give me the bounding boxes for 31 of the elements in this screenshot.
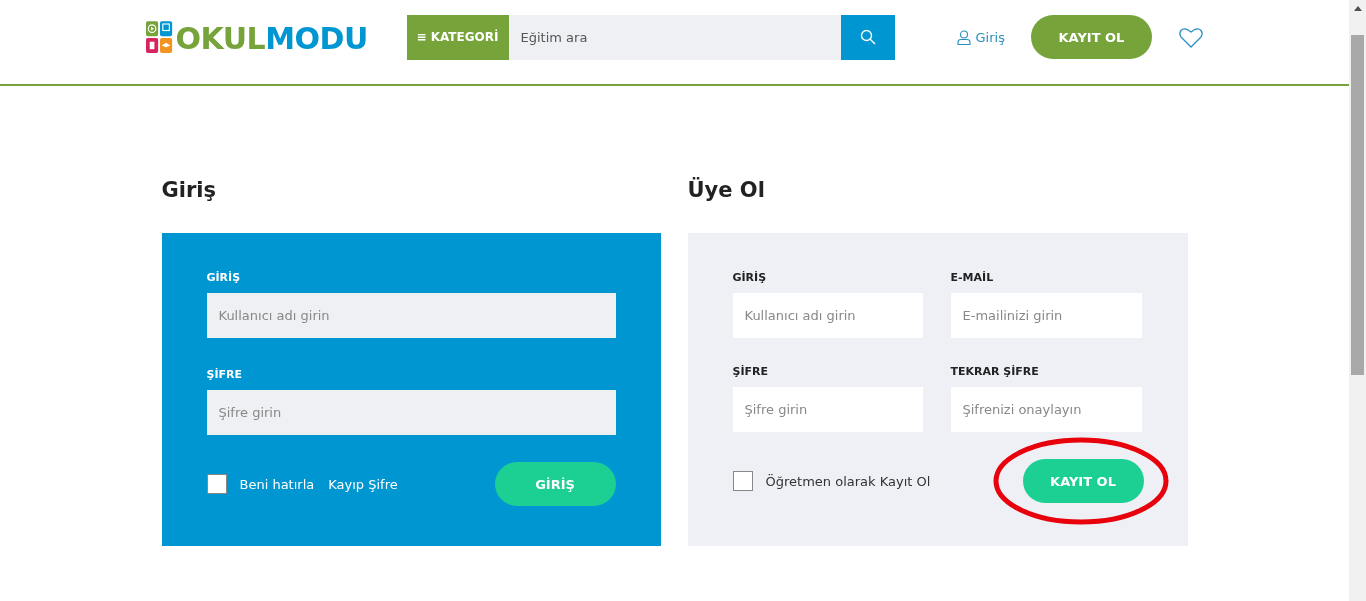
input-field[interactable]: Şifre girin <box>732 387 923 432</box>
field-label: E-MAİL <box>950 271 995 284</box>
field-label: ŞİFRE <box>732 365 769 378</box>
scrollbar[interactable] <box>1349 0 1366 601</box>
section-title: Giriş <box>161 177 217 204</box>
logo[interactable]: OKULMODU <box>145 20 372 56</box>
search-button[interactable] <box>840 14 895 60</box>
section-title: Üye Ol <box>687 176 766 204</box>
checkbox[interactable] <box>732 471 753 491</box>
register-submit-button[interactable]: KAYIT OL <box>1022 459 1144 503</box>
checkbox-label[interactable]: Öğretmen olarak Kayıt Ol <box>765 473 931 489</box>
field-label: GİRİŞ <box>206 271 242 284</box>
field-label: ŞİFRE <box>206 368 243 381</box>
search-field[interactable]: Eğitim ara <box>508 14 841 60</box>
search-icon <box>859 29 876 45</box>
field-label: GİRİŞ <box>732 271 768 284</box>
checkbox-label[interactable]: Beni hatırla <box>239 476 315 492</box>
field-label: TEKRAR ŞİFRE <box>950 365 1040 378</box>
category-button[interactable]: ≡ KATEGORİ <box>406 14 509 60</box>
heart-icon[interactable] <box>1178 26 1203 48</box>
checkbox[interactable] <box>206 474 227 494</box>
input-field[interactable]: Şifre girin <box>206 390 616 435</box>
input-field[interactable]: E-mailinizi girin <box>950 293 1142 338</box>
input-field[interactable]: Şifrenizi onaylayın <box>950 387 1142 432</box>
login-button[interactable]: GİRİŞ <box>494 462 616 506</box>
forgot-password-link[interactable]: Kayıp Şifre <box>328 476 398 492</box>
register-button[interactable]: KAYIT OL <box>1030 15 1152 59</box>
login-link[interactable]: Giriş <box>956 29 1005 45</box>
input-field[interactable]: Kullanıcı adı girin <box>206 293 616 338</box>
user-icon <box>956 29 971 45</box>
input-field[interactable]: Kullanıcı adı girin <box>732 293 923 338</box>
